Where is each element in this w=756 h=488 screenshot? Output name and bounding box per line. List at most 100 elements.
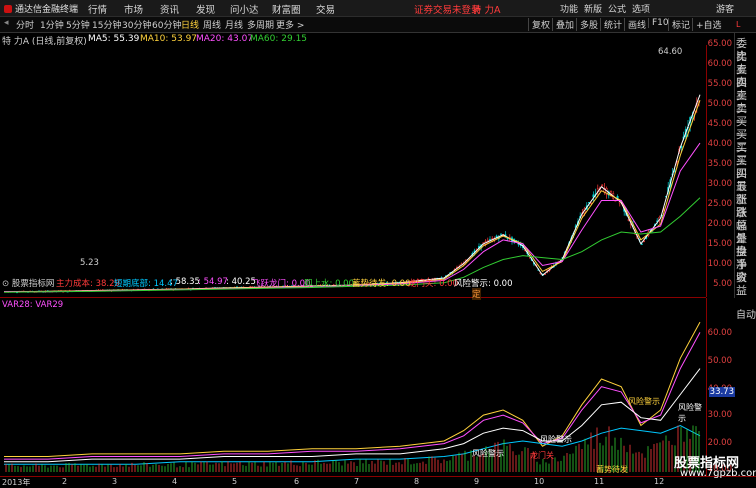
time-tick: 10 [534, 477, 545, 486]
price-tick: 50.00 [707, 99, 732, 109]
indicator-line [4, 424, 701, 465]
period-1min[interactable]: 1分钟 [40, 18, 64, 31]
indicator-axis: 60.00 50.00 40.00 33.73 30.00 20.00 10.0… [706, 298, 735, 476]
candle-body [489, 239, 491, 241]
kline-svg [3, 94, 701, 294]
period-multi[interactable]: 多周期 [247, 18, 274, 31]
ind-leap-gate: 飞跃龙门: 0.00 [252, 279, 311, 289]
time-axis: 2013年 2 3 4 5 6 7 8 9 10 11 12 [0, 476, 756, 488]
field-label: 收益 [736, 271, 747, 297]
watermark-url: www.7gpzb.com [680, 468, 756, 479]
app-logo-icon [4, 5, 12, 13]
tool-multistock[interactable]: 多股 [576, 18, 601, 31]
menu-trade[interactable]: 交易 [316, 2, 335, 16]
login-warning[interactable]: 证券交易未登录 [414, 2, 481, 16]
ma-legend: 特 力A (日线,前复权) MA5: 55.39 MA10: 53.97 MA2… [0, 33, 730, 47]
current-stock-name: 特 力A [472, 5, 501, 16]
period-monthly[interactable]: 月线 [225, 18, 243, 31]
time-tick: 12 [654, 477, 665, 486]
time-tick: 11 [594, 477, 605, 486]
ma60-value: MA60: 29.15 [250, 34, 308, 44]
tool-overlay[interactable]: 叠加 [552, 18, 577, 31]
price-tick: 60.00 [707, 59, 732, 69]
price-tick: 35.00 [707, 159, 732, 169]
menu-function[interactable]: 功能 [560, 2, 578, 15]
menu-formula[interactable]: 公式 [608, 2, 626, 15]
price-tick: 65.00 [707, 39, 732, 49]
quote-field-column: L 委比 卖五 卖四 卖三 卖二 卖一 买一 买二 买三 买四 买五 最新 涨跌… [734, 20, 756, 298]
time-tick: 4 [172, 477, 178, 486]
period-60min[interactable]: 60分钟 [152, 18, 181, 31]
ind-tick: 60.00 [707, 328, 732, 338]
time-tick: 7 [354, 477, 360, 486]
tool-statistics[interactable]: 统计 [600, 18, 625, 31]
tool-mark[interactable]: 标记 [668, 18, 693, 31]
ind-main-cost: 主力成本: 38.29 [56, 279, 120, 289]
app-title: 通达信金融终端 [4, 2, 78, 15]
ind-label: 龙门关 [530, 451, 554, 460]
menu-ask[interactable]: 问小达 [230, 2, 259, 16]
guest-user[interactable]: 游客 [716, 2, 734, 15]
ind-gate-pass: 龙门关: 0.00 [408, 279, 458, 289]
ind-tick: 50.00 [707, 356, 732, 366]
ind-risk-warning: 风险警示: 0.00 [454, 279, 513, 289]
tool-draw[interactable]: 画线 [624, 18, 649, 31]
ind-short-bottom: 短期底部: 14.47 [114, 279, 178, 289]
price-axis: 65.00 60.00 55.00 50.00 45.00 40.00 35.0… [706, 39, 735, 297]
ma10-value: MA10: 53.97 [140, 34, 198, 44]
indicator-line [4, 368, 701, 463]
period-daily[interactable]: 日线 [181, 18, 199, 31]
menu-options[interactable]: 选项 [632, 2, 650, 15]
time-tick: 2013年 [2, 478, 31, 487]
indicator-svg [4, 321, 701, 472]
ma-line-ma20 [4, 142, 701, 293]
period-tick[interactable]: 分时 [16, 18, 34, 31]
column-marker: L [736, 20, 741, 29]
auto-button[interactable]: 自动 [736, 306, 756, 321]
period-30min[interactable]: 30分钟 [122, 18, 151, 31]
current-ind-value: 33.73 [708, 387, 735, 397]
ind-label: 风险警示 [678, 403, 702, 423]
menu-discover[interactable]: 发现 [196, 2, 215, 16]
indicator-header: ⊙ 股票指标网 主力成本: 38.29 短期底部: 14.47 : 58.35 … [0, 276, 706, 310]
menu-new-version[interactable]: 新版 [584, 2, 602, 15]
tool-adjust[interactable]: 复权 [528, 18, 553, 31]
menu-wealth[interactable]: 财富圈 [272, 2, 301, 16]
ind-label: 蓄势待发 [596, 465, 628, 474]
menu-news[interactable]: 资讯 [160, 2, 179, 16]
price-tick: 55.00 [707, 79, 732, 89]
kline-chart[interactable]: 64.60 5.23 定 [0, 45, 706, 300]
period-toolbar: ◂ 分时 1分钟 5分钟 15分钟 30分钟 60分钟 日线 周线 月线 多周期… [0, 17, 756, 33]
period-more[interactable]: 更多 > [276, 18, 304, 31]
ma20-value: MA20: 43.07 [196, 34, 254, 44]
ind-water: 即上水: 0.00 [304, 279, 354, 289]
time-tick: 9 [474, 477, 480, 486]
indicator-name[interactable]: ⊙ 股票指标网 [2, 277, 54, 289]
ind-ready: 蓄势待发: 0.00 [352, 279, 411, 289]
menu-market[interactable]: 市场 [124, 2, 143, 16]
time-tick: 5 [232, 477, 238, 486]
back-arrow-icon[interactable]: ◂ [4, 18, 9, 28]
indicator-chart[interactable]: 风险警示 风险警示 风险警示 风险警示 龙门关 蓄势待发 [0, 298, 706, 476]
low-price-label: 5.23 [80, 258, 99, 268]
time-tick: 2 [62, 477, 68, 486]
candle-body [500, 233, 502, 235]
ind-tick: 20.00 [707, 438, 732, 448]
ind-label: 风险警示 [472, 449, 504, 458]
period-5min[interactable]: 5分钟 [66, 18, 90, 31]
candle-body [640, 243, 643, 245]
price-tick: 20.00 [707, 219, 732, 229]
ind-label: 风险警示 [628, 397, 660, 406]
indicator-line [4, 321, 701, 457]
price-tick: 5.00 [713, 279, 732, 289]
indicator-line [4, 332, 701, 460]
ind-tick: 30.00 [707, 410, 732, 420]
period-weekly[interactable]: 周线 [203, 18, 221, 31]
price-tick: 40.00 [707, 139, 732, 149]
tool-add-watchlist[interactable]: +自选 [692, 18, 725, 31]
menu-market-quotes[interactable]: 行情 [88, 2, 107, 16]
price-tick: 45.00 [707, 119, 732, 129]
ind-value-b: : 54.97 [198, 277, 228, 287]
price-tick: 10.00 [707, 259, 732, 269]
period-15min[interactable]: 15分钟 [92, 18, 121, 31]
